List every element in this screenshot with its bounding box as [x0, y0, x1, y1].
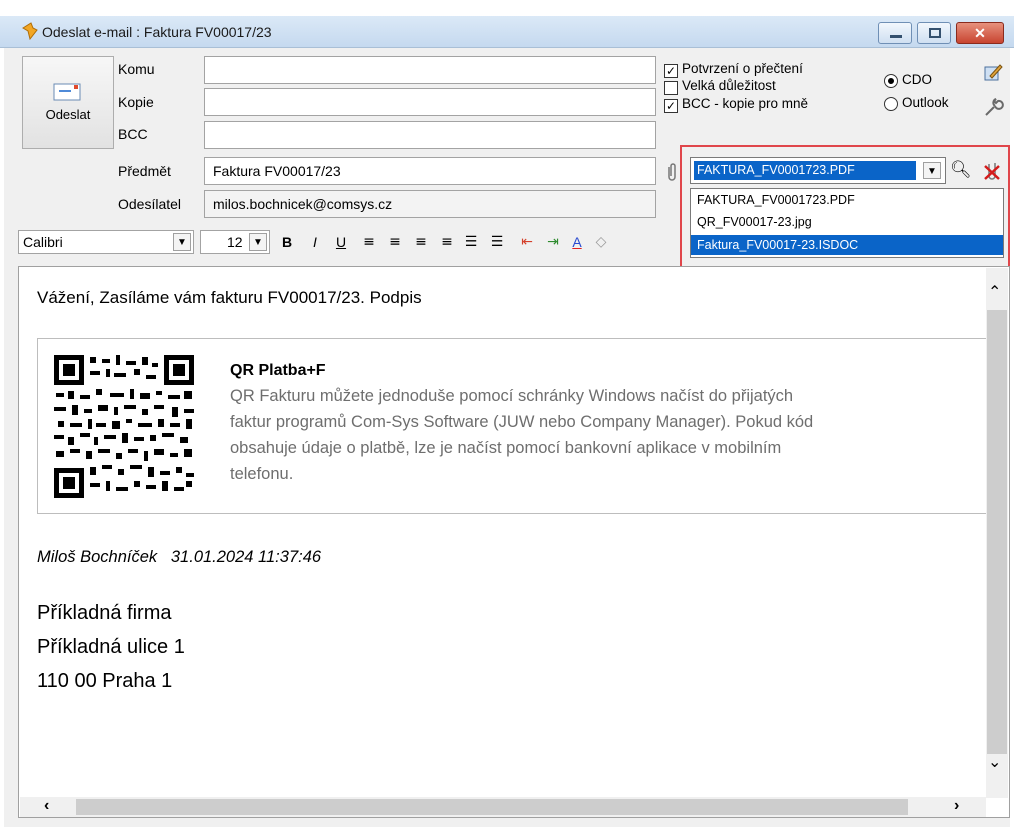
qr-code-pattern [54, 355, 194, 498]
to-field[interactable] [204, 56, 656, 84]
greeting-text: Vážení, Zasíláme vám fakturu FV00017/23.… [37, 288, 422, 307]
company-street: Příkladná ulice 1 [37, 636, 185, 658]
align-right-icon[interactable]: ≡ [410, 231, 432, 253]
underline-button[interactable]: U [330, 231, 352, 253]
subject-field[interactable]: Faktura FV00017/23 [204, 157, 656, 185]
font-value: Calibri [23, 234, 63, 250]
scroll-down-icon[interactable]: ⌄ [988, 752, 1001, 772]
read-receipt-label: Potvrzení o přečtení [682, 61, 803, 76]
remove-attachment-icon[interactable] [982, 160, 1002, 182]
italic-button[interactable]: I [304, 231, 326, 253]
subject-label: Předmět [118, 163, 171, 179]
bcc-self-label: BCC - kopie pro mně [682, 96, 809, 111]
qr-code-image [54, 355, 194, 498]
minimize-icon [890, 35, 902, 38]
font-select[interactable]: Calibri ▼ [18, 230, 194, 254]
sender-value: milos.bochnicek@comsys.cz [213, 196, 393, 212]
font-size-select[interactable]: 12 ▼ [200, 230, 270, 254]
cc-field[interactable] [204, 88, 656, 116]
highlight-icon[interactable]: ◇ [590, 231, 612, 253]
outdent-icon[interactable]: ⇤ [516, 231, 538, 253]
bold-button[interactable]: B [276, 231, 298, 253]
attachment-list[interactable]: FAKTURA_FV0001723.PDF QR_FV00017-23.jpg … [690, 188, 1004, 258]
scroll-left-icon[interactable]: ‹ [44, 797, 49, 815]
qr-text-line: obsahuje údaje o platbě, lze je načíst p… [230, 439, 782, 457]
vertical-scroll-thumb[interactable] [987, 310, 1007, 754]
search-icon[interactable]: 🔍︎ [950, 160, 972, 180]
maximize-icon [929, 28, 941, 38]
align-center-icon[interactable]: ≡ [384, 231, 406, 253]
envelope-icon [53, 83, 81, 101]
close-icon: ✕ [974, 25, 986, 41]
close-button[interactable]: ✕ [956, 22, 1004, 44]
minimize-button[interactable] [878, 22, 912, 44]
qr-text-line: telefonu. [230, 465, 294, 483]
attachment-selected-value: FAKTURA_FV0001723.PDF [694, 161, 916, 180]
attachment-item-selected[interactable]: Faktura_FV00017-23.ISDOC [691, 235, 1003, 255]
size-chevron-icon[interactable]: ▼ [249, 233, 267, 251]
cdo-label: CDO [902, 72, 932, 87]
scroll-right-icon[interactable]: › [954, 797, 959, 815]
edit-settings-icon[interactable] [982, 62, 1004, 84]
cdo-radio[interactable] [884, 74, 898, 88]
indent-icon[interactable]: ⇥ [542, 231, 564, 253]
company-city: 110 00 Praha 1 [37, 670, 173, 692]
qr-text-line: faktur programů Com-Sys Software (JUW ne… [230, 413, 814, 431]
chevron-down-icon[interactable]: ▼ [923, 162, 941, 179]
numbered-list-icon[interactable]: ☰ [486, 231, 508, 253]
wrench-icon[interactable] [982, 97, 1004, 119]
signature-line: Miloš Bochníček 31.01.2024 11:37:46 [37, 548, 322, 566]
paperclip-icon [668, 163, 676, 181]
high-importance-checkbox[interactable] [664, 81, 678, 95]
maximize-button[interactable] [917, 22, 951, 44]
email-window: Odeslat e-mail : Faktura FV00017/23 ✕ Od… [0, 0, 1014, 827]
sender-field[interactable]: milos.bochnicek@comsys.cz [204, 190, 656, 218]
align-left-icon[interactable]: ≡ [358, 231, 380, 253]
to-label: Komu [118, 61, 155, 77]
font-color-icon[interactable]: A [566, 231, 588, 253]
qr-title: QR Platba+F [230, 362, 326, 379]
outlook-label: Outlook [902, 95, 949, 110]
window-title: Odeslat e-mail : Faktura FV00017/23 [42, 24, 272, 40]
attachment-select[interactable]: FAKTURA_FV0001723.PDF ▼ [690, 157, 946, 184]
bullet-list-icon[interactable]: ☰ [460, 231, 482, 253]
horizontal-scroll-thumb[interactable] [76, 799, 908, 815]
company-name: Příkladná firma [37, 602, 172, 624]
font-size-value: 12 [227, 234, 243, 250]
send-button-label: Odeslat [45, 107, 91, 122]
cc-label: Kopie [118, 94, 154, 110]
qr-text-line: QR Fakturu můžete jednoduše pomocí schrá… [230, 387, 794, 405]
justify-icon[interactable]: ≡ [436, 231, 458, 253]
outlook-radio[interactable] [884, 97, 898, 111]
bcc-self-checkbox[interactable]: ✓ [664, 99, 678, 113]
read-receipt-checkbox[interactable]: ✓ [664, 64, 678, 78]
attachment-item[interactable]: FAKTURA_FV0001723.PDF [691, 190, 1003, 210]
subject-value: Faktura FV00017/23 [213, 163, 341, 179]
send-mail-icon [22, 22, 38, 40]
sender-label: Odesílatel [118, 196, 182, 212]
scroll-up-icon[interactable]: ⌃ [988, 282, 1001, 302]
font-chevron-icon[interactable]: ▼ [173, 233, 191, 251]
bcc-label: BCC [118, 126, 148, 142]
high-importance-label: Velká důležitost [682, 78, 776, 93]
bcc-field[interactable] [204, 121, 656, 149]
send-button[interactable]: Odeslat [22, 56, 114, 149]
attachment-item[interactable]: QR_FV00017-23.jpg [691, 212, 1003, 232]
